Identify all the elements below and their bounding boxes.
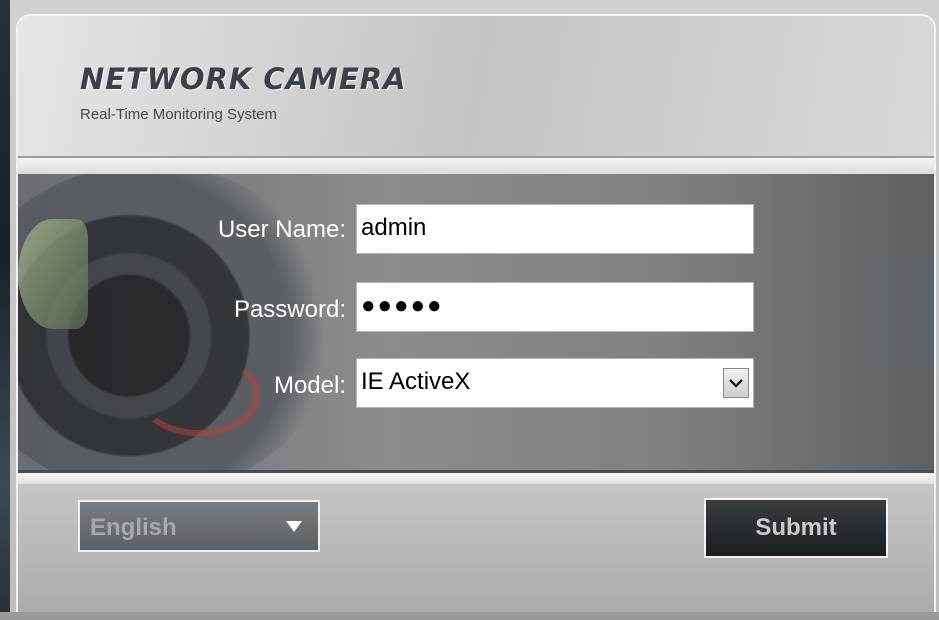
caret-down-icon: [286, 521, 302, 532]
header-divider: [18, 156, 934, 174]
brand-subtitle: Real-Time Monitoring System: [80, 106, 277, 123]
footer-divider: [18, 470, 934, 484]
chevron-down-icon[interactable]: [723, 368, 749, 398]
submit-button[interactable]: Submit: [704, 498, 888, 558]
password-label: Password:: [233, 296, 346, 323]
login-form: User Name: admin Password: ●●●●● Model: …: [18, 174, 934, 470]
model-label: Model:: [273, 372, 346, 399]
language-selected-value: English: [90, 514, 177, 541]
header: NETWORK CAMERA Real-Time Monitoring Syst…: [18, 16, 934, 156]
lens-reflection: [18, 219, 88, 329]
login-panel: NETWORK CAMERA Real-Time Monitoring Syst…: [16, 14, 936, 620]
password-input[interactable]: ●●●●●: [356, 282, 754, 332]
login-window: NETWORK CAMERA Real-Time Monitoring Syst…: [0, 0, 939, 620]
footer: English Submit: [18, 484, 934, 620]
username-label: User Name:: [217, 216, 346, 243]
username-input[interactable]: admin: [356, 204, 754, 254]
window-bottom-edge: [0, 612, 939, 620]
language-select[interactable]: English: [78, 500, 320, 552]
brand-title: NETWORK CAMERA: [80, 62, 407, 96]
window-edge: [0, 0, 10, 620]
model-selected-value: IE ActiveX: [361, 368, 471, 395]
model-select[interactable]: IE ActiveX: [356, 358, 754, 408]
